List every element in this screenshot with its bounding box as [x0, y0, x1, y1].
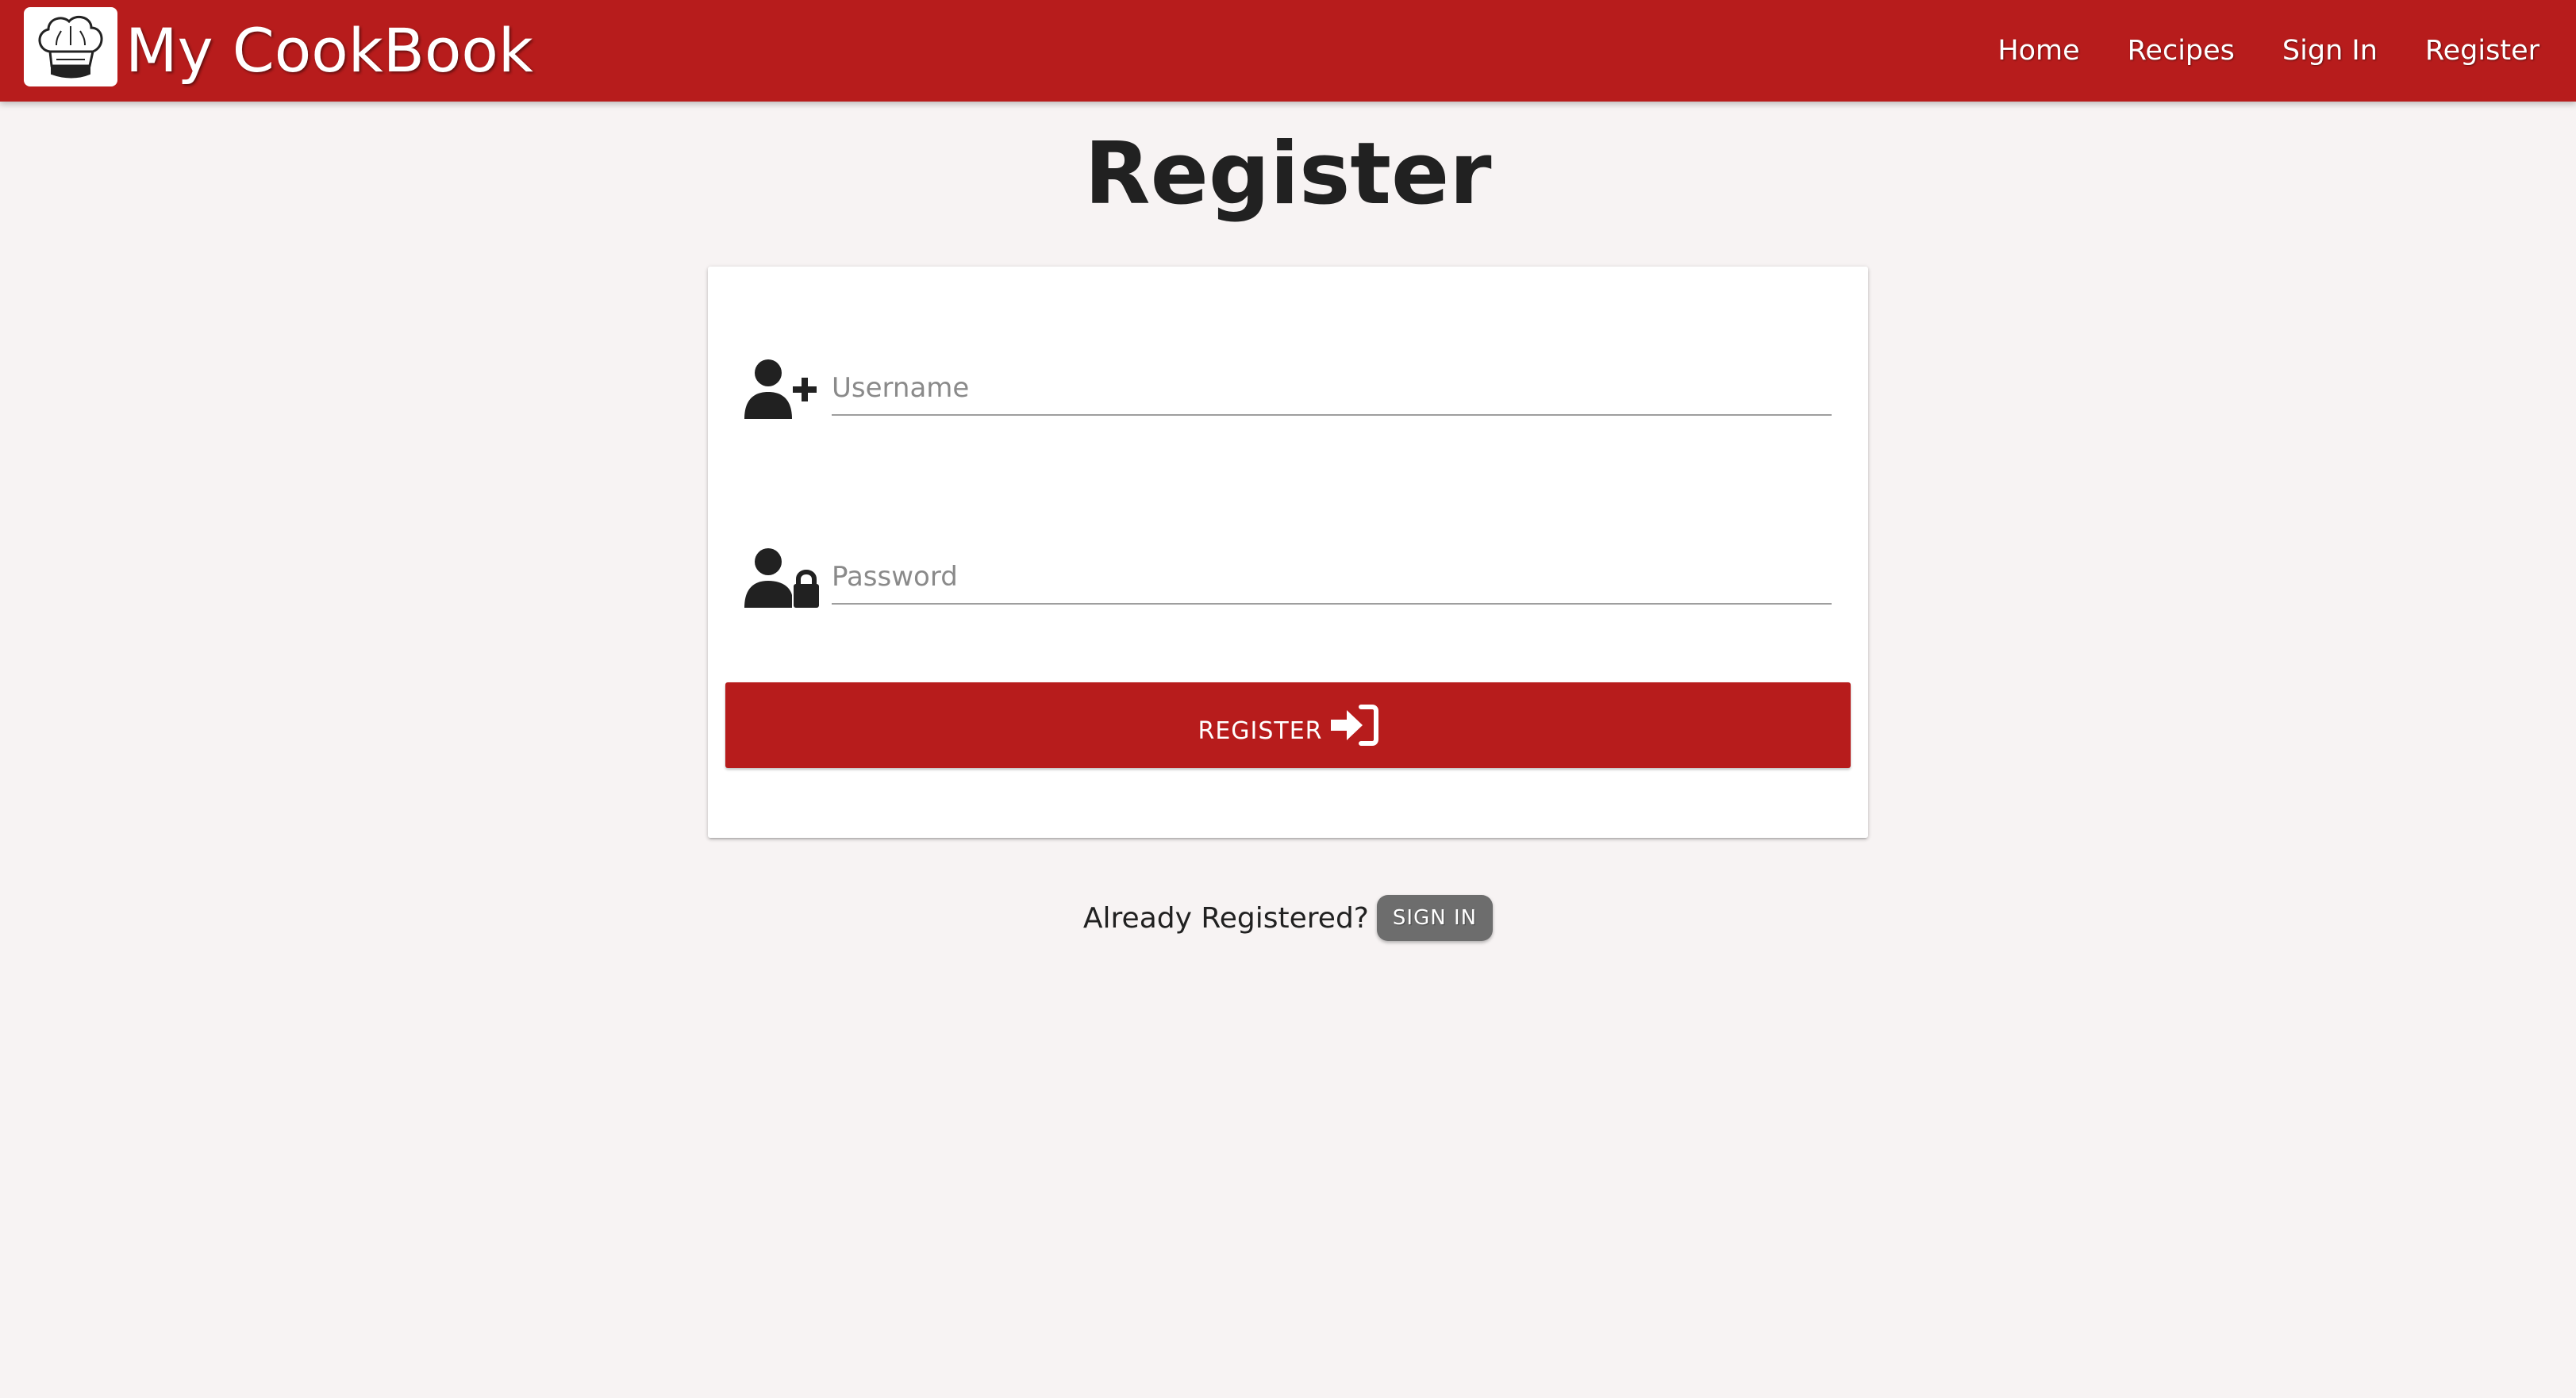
- nav-item-register[interactable]: Register: [2401, 0, 2539, 102]
- register-button[interactable]: REGISTER: [725, 682, 1851, 768]
- password-field: [744, 532, 1832, 619]
- username-input[interactable]: [832, 362, 1832, 416]
- user-lock-icon: [744, 548, 819, 608]
- password-input[interactable]: [832, 551, 1832, 605]
- nav-item-home[interactable]: Home: [1974, 0, 2103, 102]
- sign-in-button[interactable]: SIGN IN: [1376, 895, 1494, 941]
- chef-hat-icon: [38, 15, 103, 79]
- page-title: Register: [1084, 125, 1492, 224]
- nav-item-recipes[interactable]: Recipes: [2104, 0, 2259, 102]
- username-field: [744, 343, 1832, 430]
- register-form-card: REGISTER: [708, 267, 1868, 838]
- nav-menu: Home Recipes Sign In Register: [1974, 0, 2539, 102]
- brand-title[interactable]: My CookBook: [125, 11, 533, 90]
- navbar: My CookBook Home Recipes Sign In Registe…: [0, 0, 2576, 102]
- nav-item-sign-in[interactable]: Sign In: [2259, 0, 2401, 102]
- sign-in-icon: [1330, 705, 1378, 746]
- already-registered-text: Already Registered?: [1082, 901, 1369, 935]
- register-button-label: REGISTER: [1198, 716, 1323, 745]
- user-plus-icon: [744, 359, 817, 419]
- brand-logo[interactable]: [24, 7, 117, 86]
- already-registered-row: Already Registered? SIGN IN: [0, 895, 2576, 941]
